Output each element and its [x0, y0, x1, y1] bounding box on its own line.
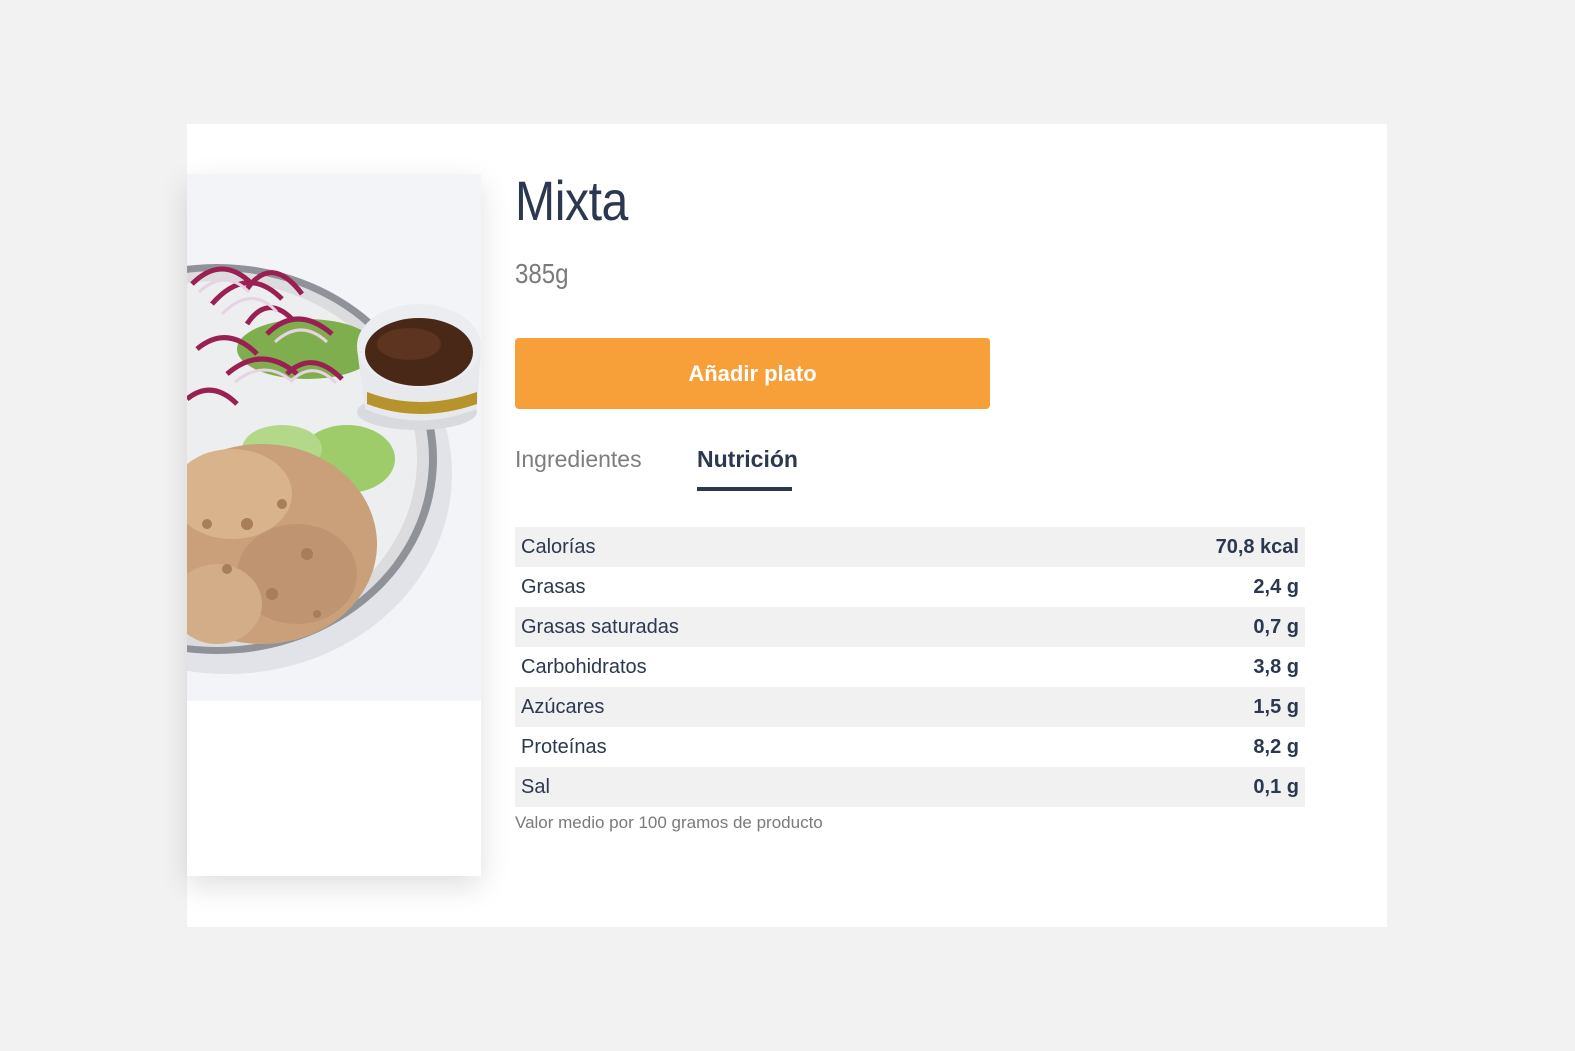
product-card: Mixta 385g Añadir plato Ingredientes Nut…: [187, 124, 1387, 927]
table-row: Azúcares 1,5 g: [515, 687, 1305, 727]
product-title: Mixta: [515, 169, 628, 232]
nutrient-label: Carbohidratos: [521, 655, 647, 678]
table-row: Grasas saturadas 0,7 g: [515, 607, 1305, 647]
nutrient-label: Azúcares: [521, 695, 605, 718]
nutrient-value: 1,5 g: [1253, 695, 1299, 718]
nutrient-label: Proteínas: [521, 735, 607, 758]
nutrient-value: 70,8 kcal: [1215, 535, 1299, 558]
nutrient-value: 0,7 g: [1253, 615, 1299, 638]
nutrient-label: Calorías: [521, 535, 596, 558]
tab-ingredients[interactable]: Ingredientes: [515, 446, 642, 473]
nutrient-value: 2,4 g: [1253, 575, 1299, 598]
nutrient-value: 8,2 g: [1253, 735, 1299, 758]
active-tab-indicator: [697, 487, 792, 491]
table-row: Carbohidratos 3,8 g: [515, 647, 1305, 687]
table-row: Sal 0,1 g: [515, 767, 1305, 807]
nutrient-label: Sal: [521, 775, 550, 798]
nutrition-footnote: Valor medio por 100 gramos de producto: [515, 813, 823, 832]
salad-photo: [187, 174, 481, 701]
nutrient-value: 3,8 g: [1253, 655, 1299, 678]
nutrient-label: Grasas: [521, 575, 586, 598]
info-tabs: Ingredientes Nutrición: [515, 442, 815, 494]
table-row: Calorías 70,8 kcal: [515, 527, 1305, 567]
nutrient-label: Grasas saturadas: [521, 615, 679, 638]
table-row: Proteínas 8,2 g: [515, 727, 1305, 767]
product-weight: 385g: [515, 258, 569, 289]
add-dish-button[interactable]: Añadir plato: [515, 338, 990, 409]
nutrient-value: 0,1 g: [1253, 775, 1299, 798]
table-row: Grasas 2,4 g: [515, 567, 1305, 607]
tab-nutrition[interactable]: Nutrición: [697, 446, 798, 473]
product-photo-panel: [187, 174, 481, 876]
nutrition-table: Calorías 70,8 kcal Grasas 2,4 g Grasas s…: [515, 527, 1305, 807]
